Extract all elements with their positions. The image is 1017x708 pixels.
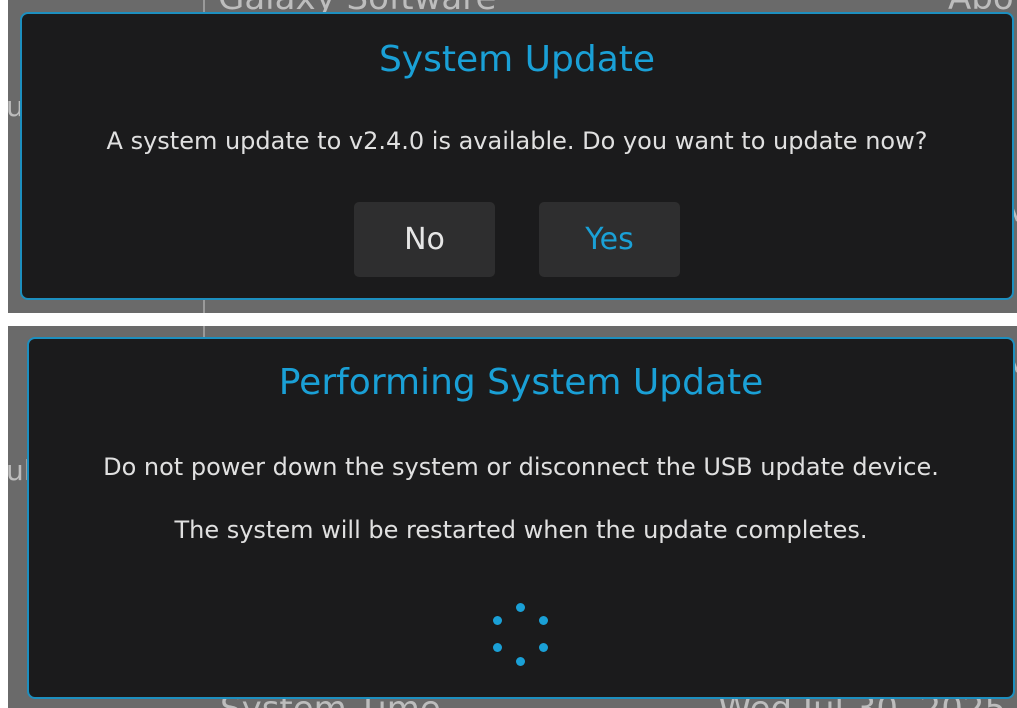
dialog-title: Performing System Update bbox=[278, 362, 764, 403]
system-update-dialog: System Update A system update to v2.4.0 … bbox=[20, 12, 1014, 300]
spinner-dot bbox=[539, 643, 548, 652]
spinner-dot bbox=[493, 616, 502, 625]
spinner-dot bbox=[493, 643, 502, 652]
no-button[interactable]: No bbox=[354, 202, 495, 277]
dialog-title: System Update bbox=[378, 39, 656, 80]
dialog-warning-text: Do not power down the system or disconne… bbox=[103, 453, 939, 481]
spinner-dot bbox=[516, 657, 525, 666]
loading-spinner-icon bbox=[493, 603, 549, 667]
performing-update-screen: ul V System Time Wed Jul 30, 2025 Perfor… bbox=[8, 326, 1017, 708]
dialog-restart-text: The system will be restarted when the up… bbox=[174, 516, 868, 544]
spinner-dot bbox=[539, 616, 548, 625]
yes-button[interactable]: Yes bbox=[539, 202, 680, 277]
performing-update-dialog: Performing System Update Do not power do… bbox=[27, 337, 1015, 699]
update-prompt-screen: Galaxy Software Abo ul V System Update A… bbox=[8, 0, 1017, 313]
background-divider bbox=[203, 298, 205, 313]
dialog-message: A system update to v2.4.0 is available. … bbox=[106, 127, 928, 155]
spinner-dot bbox=[516, 603, 525, 612]
